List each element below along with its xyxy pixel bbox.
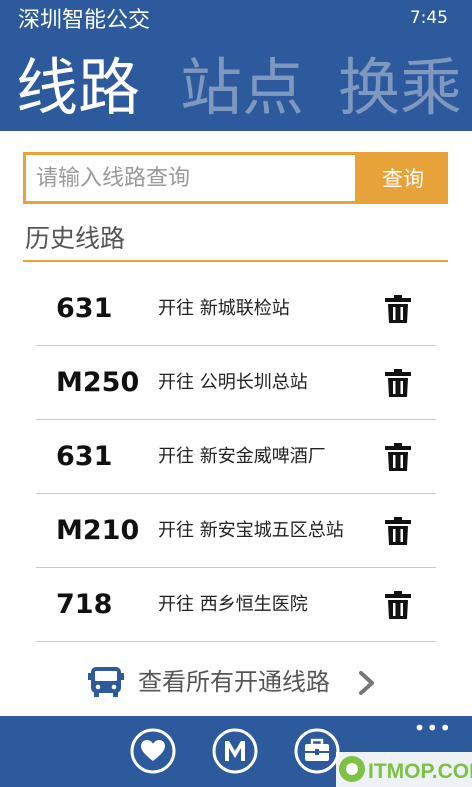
- route-destination: 开往 西乡恒生医院: [158, 594, 308, 615]
- history-row[interactable]: 631 开往 新城联检站: [36, 272, 436, 346]
- trash-icon[interactable]: [384, 442, 412, 472]
- bus-icon: [88, 667, 124, 697]
- more-options-button[interactable]: •••: [414, 718, 452, 738]
- tab-transfer[interactable]: 换乘: [338, 50, 462, 126]
- app-bar: ••• ITMOP.COM: [0, 716, 472, 787]
- metro-icon[interactable]: [212, 728, 258, 774]
- app-title: 深圳智能公交: [18, 8, 151, 33]
- route-destination: 开往 新安金威啤酒厂: [158, 446, 326, 467]
- route-number: 718: [56, 589, 113, 620]
- trash-icon[interactable]: [384, 590, 412, 620]
- watermark-logo: ITMOP.COM: [336, 752, 472, 787]
- route-destination: 开往 公明长圳总站: [158, 372, 308, 393]
- header: 深圳智能公交 7:45 线路 站点 换乘: [0, 0, 472, 131]
- route-number: M250: [56, 367, 140, 398]
- briefcase-icon[interactable]: [294, 728, 340, 774]
- trash-icon[interactable]: [384, 368, 412, 398]
- history-title: 历史线路: [25, 224, 126, 253]
- history-divider: [23, 260, 448, 262]
- history-row[interactable]: 718 开往 西乡恒生医院: [36, 568, 436, 642]
- trash-icon[interactable]: [384, 294, 412, 324]
- search-input[interactable]: [23, 152, 358, 204]
- favorite-icon[interactable]: [130, 728, 176, 774]
- trash-icon[interactable]: [384, 516, 412, 546]
- route-destination: 开往 新安宝城五区总站: [158, 520, 344, 541]
- chevron-right-icon: [359, 671, 374, 695]
- watermark-text: ITMOP.COM: [368, 760, 472, 783]
- search-bar: 查询: [23, 152, 448, 204]
- route-number: M210: [56, 515, 140, 546]
- history-row[interactable]: M250 开往 公明长圳总站: [36, 346, 436, 420]
- history-row[interactable]: M210 开往 新安宝城五区总站: [36, 494, 436, 568]
- view-all-label: 查看所有开通线路: [138, 668, 330, 696]
- history-row[interactable]: 631 开往 新安金威啤酒厂: [36, 420, 436, 494]
- history-list: 631 开往 新城联检站 M250 开往 公明长圳总站 631 开往 新安金威啤…: [36, 272, 436, 642]
- route-number: 631: [56, 293, 113, 324]
- search-button[interactable]: 查询: [358, 152, 448, 204]
- route-number: 631: [56, 441, 113, 472]
- tab-routes[interactable]: 线路: [16, 50, 140, 126]
- tab-stations[interactable]: 站点: [180, 50, 304, 126]
- status-time: 7:45: [409, 8, 448, 28]
- route-destination: 开往 新城联检站: [158, 298, 290, 319]
